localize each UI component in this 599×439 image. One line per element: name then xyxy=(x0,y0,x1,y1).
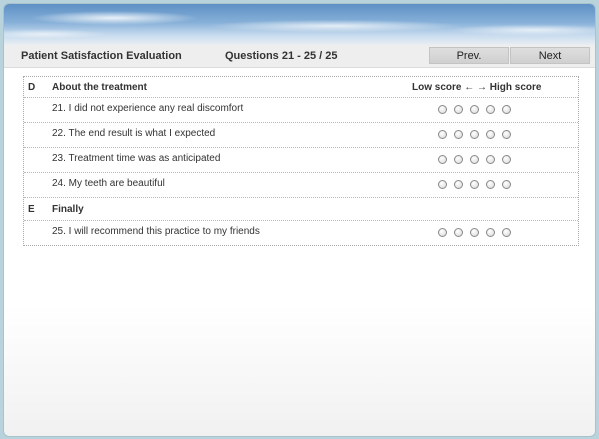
rating-radio[interactable] xyxy=(486,228,495,237)
rating-radio[interactable] xyxy=(502,105,511,114)
section-letter: D xyxy=(28,82,36,93)
question-row: 21. I did not experience any real discom… xyxy=(24,98,578,123)
question-text: 24. My teeth are beautiful xyxy=(52,178,165,189)
section-letter: E xyxy=(28,204,35,215)
survey-table: D About the treatment Low score ← → High… xyxy=(23,76,579,246)
scale-label: Low score ← → High score xyxy=(412,82,542,93)
question-text: 23. Treatment time was as anticipated xyxy=(52,153,221,164)
rating-radio[interactable] xyxy=(502,130,511,139)
question-row: 25. I will recommend this practice to my… xyxy=(24,221,578,245)
survey-window: Patient Satisfaction Evaluation Question… xyxy=(3,3,596,437)
section-header-e: E Finally xyxy=(24,198,578,221)
question-text: 25. I will recommend this practice to my… xyxy=(52,226,260,237)
sky-banner xyxy=(4,4,595,45)
prev-button[interactable]: Prev. xyxy=(429,47,509,64)
section-title: About the treatment xyxy=(52,82,147,93)
rating-radio[interactable] xyxy=(454,228,463,237)
rating-radio[interactable] xyxy=(486,105,495,114)
rating-radio[interactable] xyxy=(470,228,479,237)
page-title: Patient Satisfaction Evaluation xyxy=(21,50,182,62)
section-header-d: D About the treatment Low score ← → High… xyxy=(24,77,578,98)
rating-radio[interactable] xyxy=(454,130,463,139)
question-range: Questions 21 - 25 / 25 xyxy=(225,50,338,62)
rating-radio[interactable] xyxy=(470,105,479,114)
header-bar: Patient Satisfaction Evaluation Question… xyxy=(4,45,595,68)
next-button[interactable]: Next xyxy=(510,47,590,64)
rating-radio[interactable] xyxy=(486,130,495,139)
section-title: Finally xyxy=(52,204,84,215)
rating-radio[interactable] xyxy=(502,155,511,164)
question-row: 22. The end result is what I expected xyxy=(24,123,578,148)
rating-radio[interactable] xyxy=(438,105,447,114)
question-text: 22. The end result is what I expected xyxy=(52,128,216,139)
question-text: 21. I did not experience any real discom… xyxy=(52,103,244,114)
rating-radio[interactable] xyxy=(438,228,447,237)
rating-radio[interactable] xyxy=(454,155,463,164)
question-row: 23. Treatment time was as anticipated xyxy=(24,148,578,173)
question-row: 24. My teeth are beautiful xyxy=(24,173,578,198)
rating-radio[interactable] xyxy=(438,155,447,164)
rating-radio[interactable] xyxy=(454,105,463,114)
rating-radio[interactable] xyxy=(470,130,479,139)
rating-radio[interactable] xyxy=(454,180,463,189)
rating-radio[interactable] xyxy=(470,180,479,189)
rating-radio[interactable] xyxy=(486,180,495,189)
rating-radio[interactable] xyxy=(438,130,447,139)
rating-radio[interactable] xyxy=(486,155,495,164)
rating-radio[interactable] xyxy=(438,180,447,189)
rating-radio[interactable] xyxy=(470,155,479,164)
rating-radio[interactable] xyxy=(502,228,511,237)
rating-radio[interactable] xyxy=(502,180,511,189)
